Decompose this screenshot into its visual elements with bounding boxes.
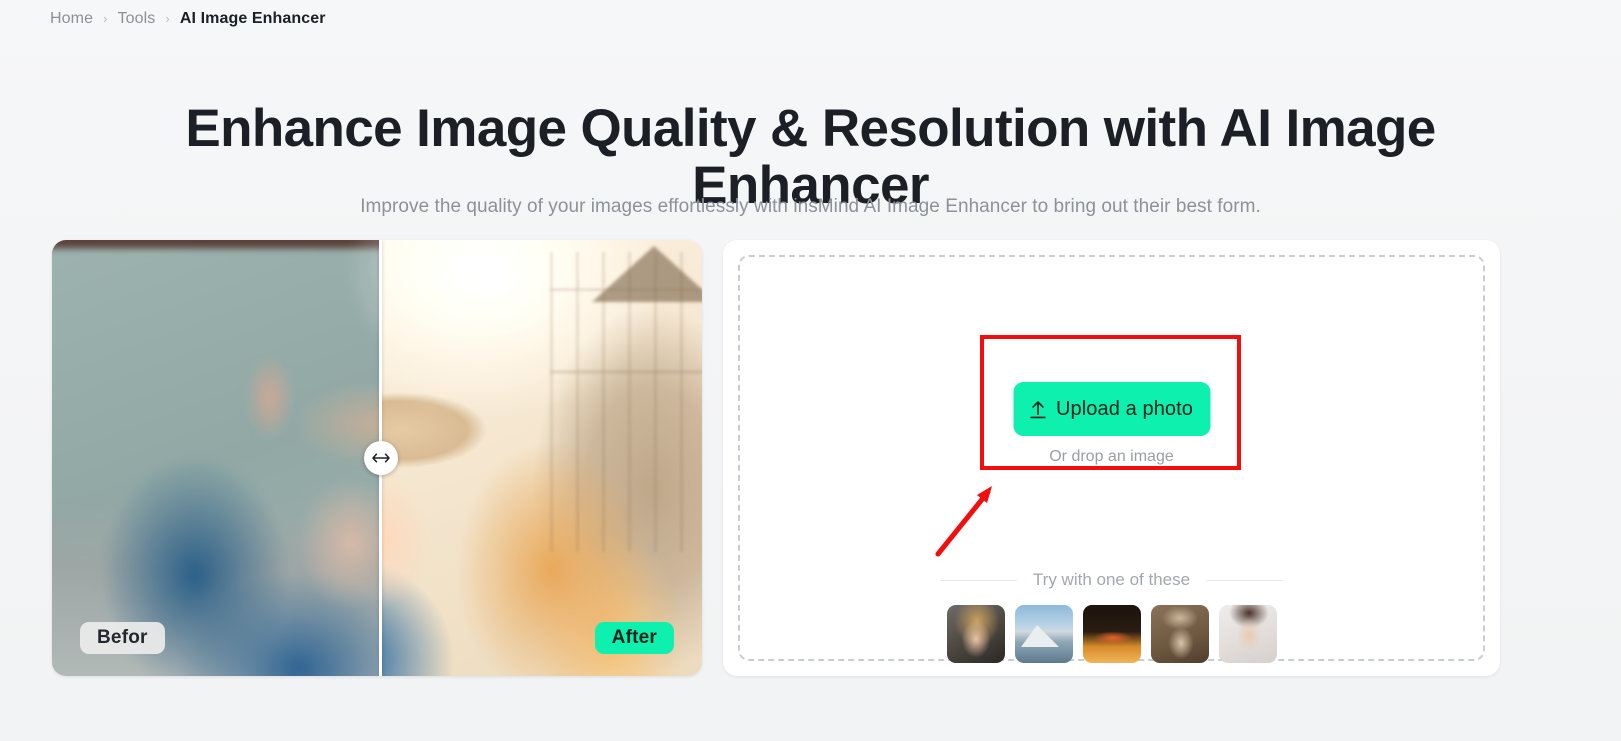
page-root: Home › Tools › AI Image Enhancer Enhance… (0, 0, 1621, 741)
after-label-badge: After (594, 622, 674, 654)
sample-thumbnail-list (740, 605, 1483, 663)
breadcrumb-item-current: AI Image Enhancer (179, 10, 326, 27)
upload-photo-button[interactable]: Upload a photo (1013, 382, 1210, 436)
comparison-slider-handle[interactable] (363, 441, 398, 475)
before-label-badge: Befor (80, 622, 165, 654)
before-image (52, 240, 379, 676)
upload-card: Upload a photo Or drop an image Try with… (723, 240, 1500, 676)
divider-line-left (940, 579, 1017, 581)
sample-thumbnail-blonde-woman-portrait[interactable] (946, 605, 1005, 663)
sample-thumbnail-woman-with-sunglasses[interactable] (1218, 605, 1277, 663)
page-subtitle: Improve the quality of your images effor… (360, 196, 1261, 217)
image-dropzone[interactable]: Upload a photo Or drop an image Try with… (738, 255, 1485, 663)
sample-thumbnail-snowy-mountain-landscape[interactable] (1014, 605, 1073, 663)
breadcrumb: Home › Tools › AI Image Enhancer (50, 6, 326, 32)
drop-hint-text: Or drop an image (1049, 448, 1174, 465)
before-image-pane (52, 240, 379, 676)
before-after-preview[interactable]: Befor After (52, 240, 702, 676)
divider-line-right (1206, 579, 1284, 581)
upload-arrow-icon (1030, 400, 1047, 418)
sample-thumbnail-orange-speedboat[interactable] (1082, 605, 1141, 663)
left-right-arrow-icon (371, 453, 390, 463)
breadcrumb-separator-icon: › (165, 10, 170, 26)
sample-thumbnail-vintage-sepia-portrait[interactable] (1150, 605, 1209, 663)
breadcrumb-item-home[interactable]: Home (50, 10, 93, 28)
building-detail-decoration (550, 252, 702, 552)
after-image-pane (379, 240, 702, 676)
try-samples-header: Try with one of these (740, 570, 1483, 590)
after-image (379, 240, 702, 676)
try-samples-label: Try with one of these (1032, 570, 1191, 589)
breadcrumb-item-tools[interactable]: Tools (118, 10, 156, 28)
breadcrumb-separator-icon: › (103, 10, 108, 26)
upload-photo-button-label: Upload a photo (1055, 397, 1194, 420)
